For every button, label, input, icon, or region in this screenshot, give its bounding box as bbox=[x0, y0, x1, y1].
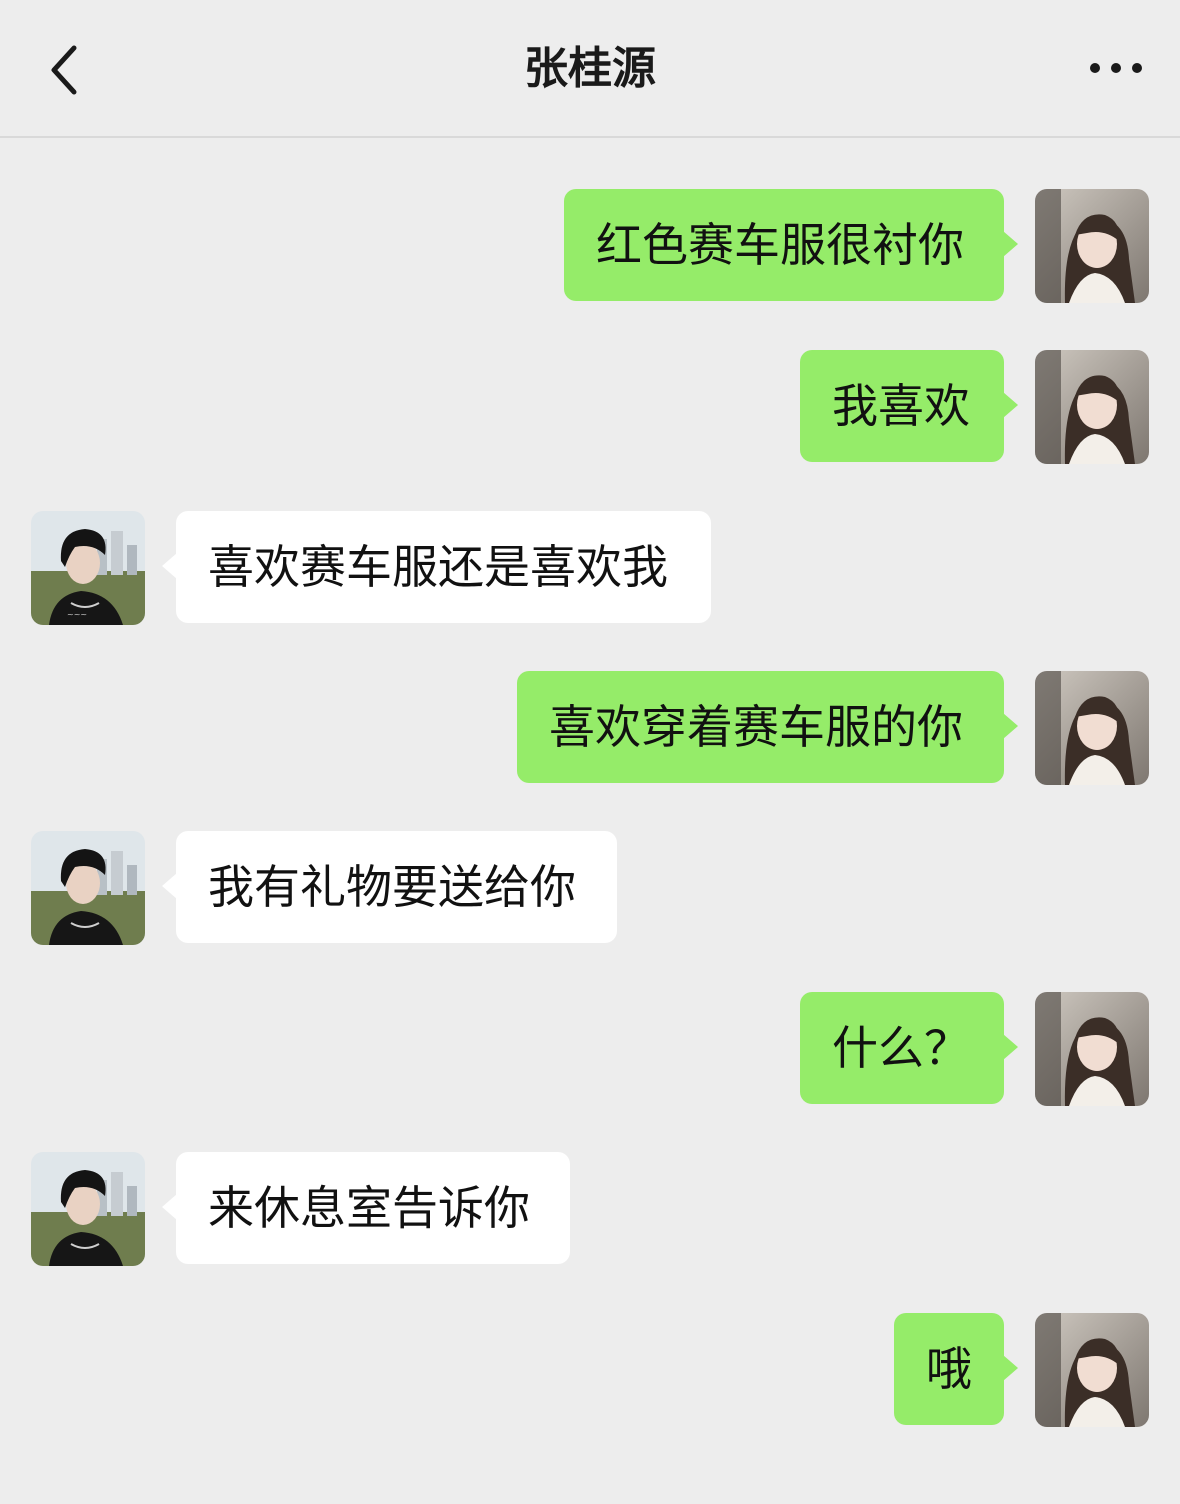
message-bubble-outgoing[interactable]: 什么？ bbox=[800, 992, 1004, 1104]
message-row-outgoing: 红色赛车服很衬你 bbox=[0, 189, 1180, 303]
chat-header: 张桂源 bbox=[0, 0, 1180, 138]
more-options-button[interactable] bbox=[1080, 44, 1152, 92]
chat-screen: 张桂源 红色赛车服很衬你 我喜欢 ~~~ 喜欢赛车服还是喜欢我 喜欢穿着赛车服的… bbox=[0, 0, 1180, 1504]
bubble-tail bbox=[162, 553, 177, 579]
my-avatar[interactable] bbox=[1035, 671, 1149, 785]
bubble-tail bbox=[1003, 713, 1018, 739]
message-bubble-incoming[interactable]: 喜欢赛车服还是喜欢我 bbox=[176, 511, 711, 623]
message-bubble-outgoing[interactable]: 哦 bbox=[894, 1313, 1004, 1425]
bubble-tail bbox=[1003, 1355, 1018, 1381]
bubble-tail bbox=[162, 873, 177, 899]
bubble-tail bbox=[162, 1194, 177, 1220]
message-row-incoming: ~~~ 喜欢赛车服还是喜欢我 bbox=[0, 511, 1180, 625]
bubble-tail bbox=[1003, 1034, 1018, 1060]
message-bubble-incoming[interactable]: 来休息室告诉你 bbox=[176, 1152, 570, 1264]
my-avatar[interactable] bbox=[1035, 350, 1149, 464]
contact-avatar[interactable] bbox=[31, 831, 145, 945]
message-row-outgoing: 我喜欢 bbox=[0, 350, 1180, 464]
message-bubble-outgoing[interactable]: 红色赛车服很衬你 bbox=[564, 189, 1004, 301]
message-row-incoming: 我有礼物要送给你 bbox=[0, 831, 1180, 945]
more-horizontal-icon bbox=[1090, 63, 1142, 73]
contact-avatar[interactable]: ~~~ bbox=[31, 511, 145, 625]
my-avatar[interactable] bbox=[1035, 1313, 1149, 1427]
message-row-incoming: 来休息室告诉你 bbox=[0, 1152, 1180, 1266]
message-bubble-outgoing[interactable]: 喜欢穿着赛车服的你 bbox=[517, 671, 1004, 783]
chat-title: 张桂源 bbox=[524, 43, 656, 94]
message-row-outgoing: 哦 bbox=[0, 1313, 1180, 1427]
message-bubble-outgoing[interactable]: 我喜欢 bbox=[800, 350, 1004, 462]
bubble-tail bbox=[1003, 392, 1018, 418]
message-bubble-incoming[interactable]: 我有礼物要送给你 bbox=[176, 831, 617, 943]
contact-avatar[interactable] bbox=[31, 1152, 145, 1266]
my-avatar[interactable] bbox=[1035, 189, 1149, 303]
svg-text:~~~: ~~~ bbox=[67, 610, 87, 619]
my-avatar[interactable] bbox=[1035, 992, 1149, 1106]
bubble-tail bbox=[1003, 231, 1018, 257]
message-row-outgoing: 什么？ bbox=[0, 992, 1180, 1106]
message-row-outgoing: 喜欢穿着赛车服的你 bbox=[0, 671, 1180, 785]
